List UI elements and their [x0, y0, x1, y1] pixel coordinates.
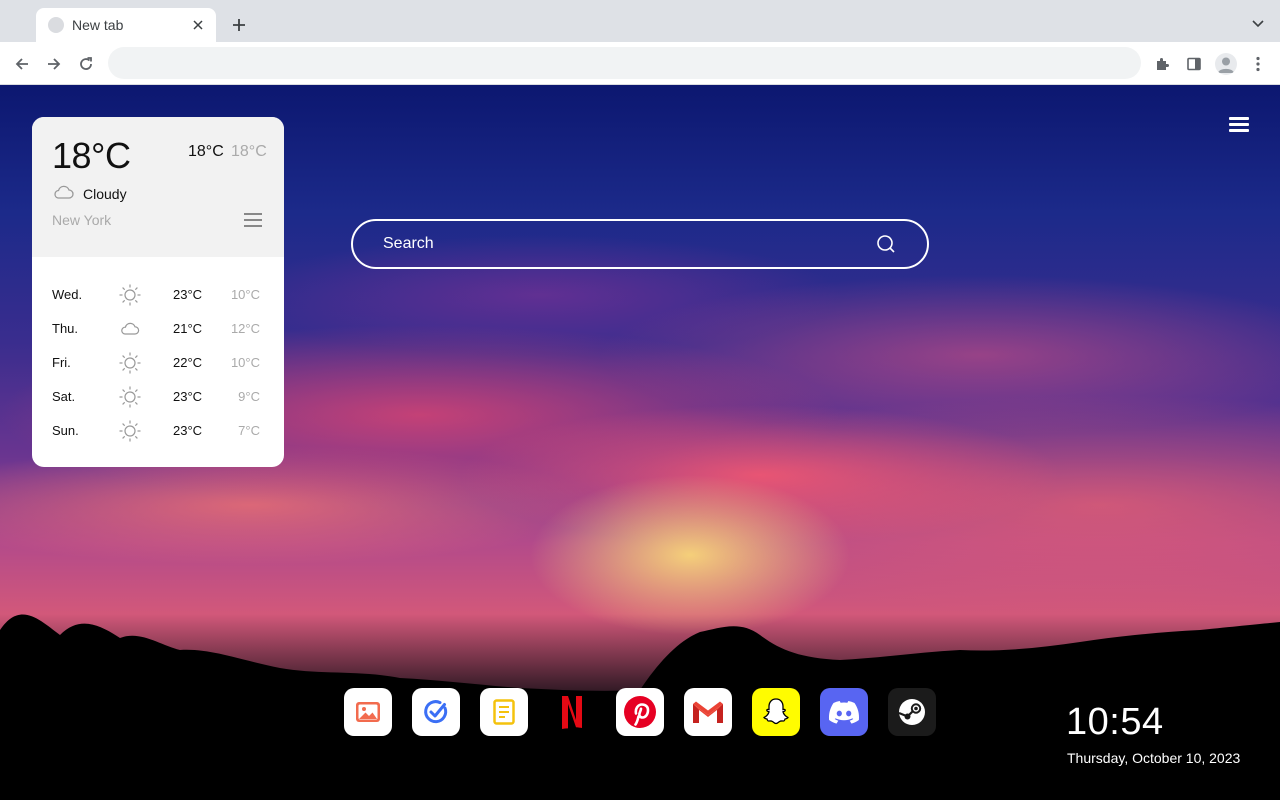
forecast-day: Sun.	[52, 423, 79, 438]
tab-close-button[interactable]	[190, 17, 206, 33]
forecast-low: 10°C	[230, 287, 260, 302]
forecast-row: Sun. 23°C 7°C	[52, 413, 264, 447]
new-tab-page: 18°C 18°C 18°C Cloudy New York Wed. 23°C…	[0, 85, 1280, 800]
forecast-low: 10°C	[230, 355, 260, 370]
browser-toolbar	[0, 42, 1280, 85]
clock-time: 10:54	[1066, 701, 1164, 743]
tab-new-tab[interactable]: New tab	[36, 8, 216, 42]
weather-city: New York	[52, 212, 112, 228]
extensions-button[interactable]	[1149, 51, 1175, 77]
sun-icon	[119, 284, 141, 306]
weather-menu-button[interactable]	[244, 213, 262, 229]
address-bar[interactable]	[108, 47, 1141, 79]
arrow-left-icon	[15, 58, 28, 70]
forecast-row: Fri. 22°C 10°C	[52, 345, 264, 379]
weather-current: 18°C 18°C 18°C Cloudy New York	[32, 117, 284, 257]
gmail-icon	[693, 701, 723, 723]
app-steam[interactable]	[888, 688, 936, 736]
cloud-icon	[121, 322, 140, 335]
page-menu-button[interactable]	[1229, 117, 1249, 133]
today-low: 18°C	[231, 143, 267, 160]
search-input[interactable]	[383, 235, 875, 253]
search-button[interactable]	[875, 233, 897, 255]
netflix-icon	[562, 696, 582, 729]
kebab-icon	[1256, 56, 1260, 72]
arrow-right-icon	[48, 58, 61, 70]
app-pinterest[interactable]	[616, 688, 664, 736]
sun-icon	[119, 386, 141, 408]
discord-icon	[828, 701, 860, 724]
search-icon	[877, 235, 895, 253]
app-netflix[interactable]	[548, 688, 596, 736]
avatar-icon	[1215, 53, 1237, 75]
forecast-row: Thu. 21°C 12°C	[52, 311, 264, 345]
weather-widget: 18°C 18°C 18°C Cloudy New York Wed. 23°C…	[32, 117, 284, 467]
forecast-day: Sat.	[52, 389, 76, 404]
app-gmail[interactable]	[684, 688, 732, 736]
forecast-day: Thu.	[52, 321, 79, 336]
weather-condition: Cloudy	[83, 186, 127, 202]
pinterest-icon	[624, 696, 656, 728]
close-icon	[193, 20, 203, 30]
forward-button[interactable]	[41, 51, 67, 77]
forecast-high: 23°C	[173, 423, 203, 438]
search-bar	[351, 219, 929, 269]
check-circle-icon	[424, 700, 448, 724]
forecast-row: Wed. 23°C 10°C	[52, 277, 264, 311]
browser-menu-button[interactable]	[1245, 51, 1271, 77]
app-discord[interactable]	[820, 688, 868, 736]
steam-icon	[898, 699, 925, 725]
forecast-high: 22°C	[173, 355, 203, 370]
plus-icon	[233, 19, 245, 31]
app-snapchat[interactable]	[752, 688, 800, 736]
forecast-high: 23°C	[173, 287, 203, 302]
reload-icon	[80, 57, 92, 70]
snapchat-icon	[763, 698, 789, 725]
cloud-icon	[54, 185, 74, 199]
tab-strip: New tab	[0, 0, 1280, 42]
clock-date: Thursday, October 10, 2023	[1067, 750, 1241, 766]
app-todo[interactable]	[412, 688, 460, 736]
puzzle-icon	[1157, 58, 1169, 70]
sun-icon	[119, 420, 141, 442]
side-panel-icon	[1187, 57, 1201, 71]
forecast-day: Wed.	[52, 287, 83, 302]
side-panel-button[interactable]	[1181, 51, 1207, 77]
forecast-low: 12°C	[230, 321, 260, 336]
forecast-high: 21°C	[173, 321, 203, 336]
forecast-high: 23°C	[173, 389, 203, 404]
address-input[interactable]	[124, 55, 1125, 71]
app-photos[interactable]	[344, 688, 392, 736]
forecast-low: 7°C	[238, 423, 260, 438]
forecast-day: Fri.	[52, 355, 71, 370]
new-tab-button[interactable]	[228, 14, 250, 36]
app-dock	[344, 688, 956, 736]
note-icon	[493, 699, 515, 725]
tab-search-button[interactable]	[1248, 14, 1268, 34]
sun-icon	[119, 352, 141, 374]
current-temperature: 18°C	[52, 135, 131, 176]
tab-favicon-icon	[48, 17, 64, 33]
tab-title: New tab	[72, 17, 124, 33]
image-icon	[356, 702, 380, 722]
forecast-row: Sat. 23°C 9°C	[52, 379, 264, 413]
back-button[interactable]	[9, 51, 35, 77]
today-high: 18°C	[188, 143, 224, 160]
profile-button[interactable]	[1213, 51, 1239, 77]
forecast-low: 9°C	[238, 389, 260, 404]
weather-forecast: Wed. 23°C 10°C Thu. 21°C 12°C Fri. 22°C …	[52, 277, 264, 447]
chevron-down-icon	[1252, 20, 1264, 28]
reload-button[interactable]	[73, 51, 99, 77]
app-notes[interactable]	[480, 688, 528, 736]
